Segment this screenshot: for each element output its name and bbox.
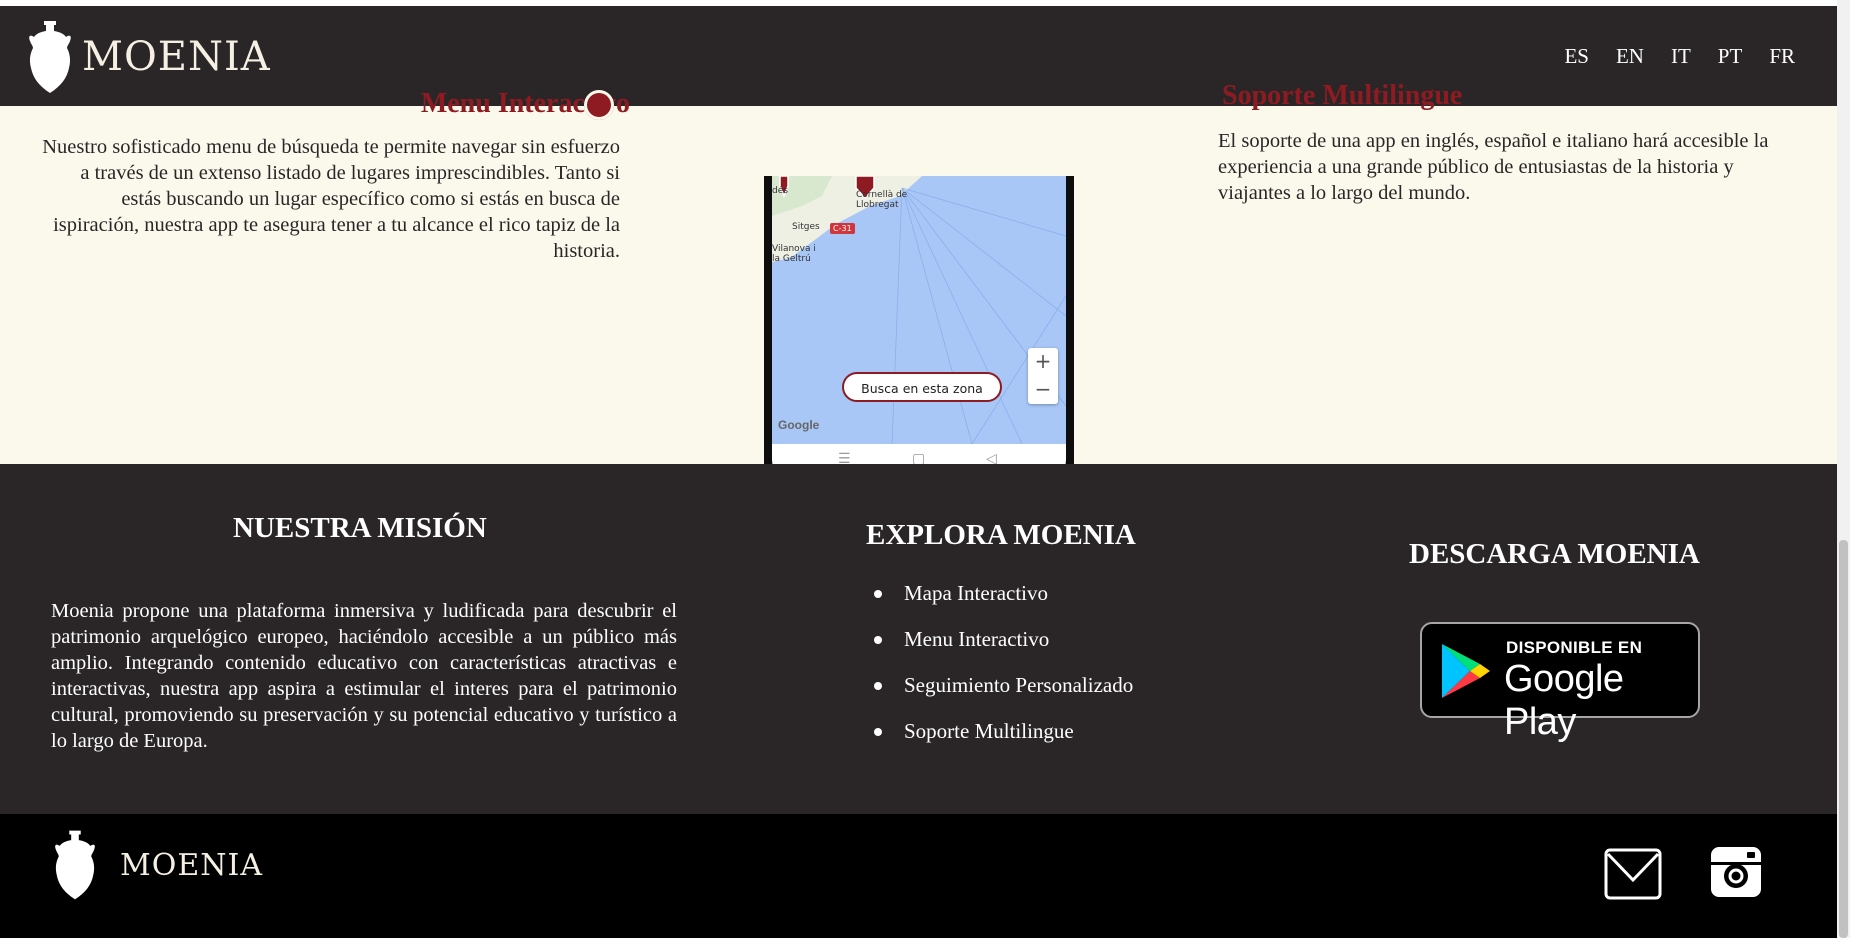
lang-pt[interactable]: PT [1718,44,1743,69]
lang-es[interactable]: ES [1564,44,1589,69]
feature-multilang-title: Soporte Multilingue [1222,80,1463,111]
map-label-vilanova: Vilanova i la Geltrú [772,244,816,264]
mail-icon[interactable] [1604,848,1662,900]
lang-fr[interactable]: FR [1769,44,1795,69]
phone-mockup: dés Sitges Vilanova i la Geltrú Cornellà… [764,176,1074,502]
footer-brand[interactable]: MOENIA [54,826,263,904]
scrollbar-thumb[interactable] [1839,540,1848,938]
explore-link-menu[interactable]: Menu Interactivo [866,627,1133,673]
mission-title: NUESTRA MISIÓN [233,512,487,544]
feature-menu-icon [584,90,614,120]
amphora-icon [29,21,71,93]
lang-en[interactable]: EN [1616,44,1644,69]
map-label-town: dés [772,186,788,196]
zoom-out-button[interactable]: − [1028,376,1058,404]
download-title: DESCARGA MOENIA [1409,538,1700,570]
footer: MOENIA [0,814,1837,938]
search-area-button[interactable]: Busca en esta zona [842,372,1002,402]
google-attribution: Google [778,418,820,432]
explore-title: EXPLORA MOENIA [866,519,1136,551]
feature-menu-text: Nuestro sofisticado menu de búsqueda te … [42,136,620,262]
explore-link-multilang[interactable]: Soporte Multilingue [866,719,1133,765]
map-label-sitges: Sitges [792,222,820,232]
google-play-badge[interactable]: DISPONIBLE EN Google Play [1420,622,1700,743]
explore-list: Mapa Interactivo Menu Interactivo Seguim… [866,581,1133,765]
brand-name: MOENIA [82,34,271,80]
map-label-cornella: Cornellà de Llobregat [856,190,908,210]
mission-text: Moenia propone una plataforma inmersiva … [51,600,677,752]
brand-logo[interactable]: MOENIA [28,18,271,96]
explore-link-tracking[interactable]: Seguimiento Personalizado [866,673,1133,719]
map-road-badge: C-31 [830,223,855,234]
footer-brand-name: MOENIA [120,847,263,883]
google-play-icon [1442,644,1490,698]
badge-available-text: DISPONIBLE EN [1506,638,1643,657]
zoom-in-button[interactable]: + [1028,348,1058,376]
features-section: Menu Interactivo Nuestro sofisticado men… [0,80,1837,502]
feature-menu-title: Menu Interactivo [420,88,630,119]
explore-link-map[interactable]: Mapa Interactivo [866,581,1133,627]
amphora-icon [55,830,95,900]
page-scrollbar[interactable] [1837,0,1850,938]
instagram-icon[interactable] [1710,846,1762,898]
map-zoom-controls: + − [1028,348,1058,404]
info-section: NUESTRA MISIÓN Moenia propone una plataf… [0,464,1837,814]
lang-it[interactable]: IT [1671,44,1691,69]
badge-store-name: Google Play [1504,658,1624,743]
map-screen: dés Sitges Vilanova i la Geltrú Cornellà… [772,176,1066,444]
language-switcher: ES EN IT PT FR [1537,44,1795,69]
top-navbar: MOENIA ES EN IT PT FR [0,6,1837,106]
page: MOENIA ES EN IT PT FR Menu Interactivo N… [0,0,1850,938]
feature-multilang-text: El soporte de una app en inglés, español… [1218,130,1769,204]
